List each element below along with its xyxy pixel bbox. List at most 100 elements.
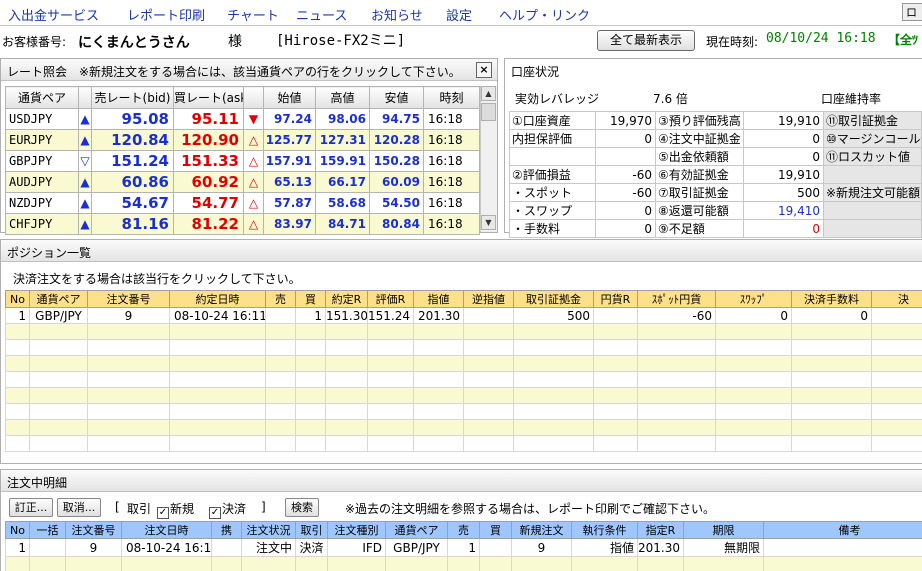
correct-order-button[interactable]: 訂正... <box>9 498 53 517</box>
orders-column-header[interactable]: 注文日時 <box>121 521 212 539</box>
rate-row-audjpy[interactable]: AUDJPY ▲ 60.86 60.92 △ 65.13 66.17 60.09 16:18 <box>5 171 480 193</box>
ask-rate[interactable]: 151.33 <box>173 150 244 172</box>
rate-row-chfjpy[interactable]: CHFJPY ▲ 81.16 81.22 △ 83.97 84.71 80.84 16:18 <box>5 213 480 235</box>
empty-row[interactable] <box>5 355 922 372</box>
orders-column-header[interactable]: 通貨ペア <box>385 521 448 539</box>
currency-pair[interactable]: CHFJPY <box>5 213 79 235</box>
rates-scrollbar[interactable]: ▲ ▼ <box>480 86 497 232</box>
positions-column-header[interactable]: 逆指値 <box>463 290 514 308</box>
empty-row[interactable] <box>5 435 922 452</box>
rates-column-header[interactable]: 安値 <box>369 86 424 109</box>
scroll-up-icon[interactable]: ▲ <box>481 86 496 101</box>
currency-pair[interactable]: AUDJPY <box>5 171 79 193</box>
orders-column-header[interactable]: 売 <box>447 521 480 539</box>
orders-column-header[interactable]: 注文種別 <box>327 521 386 539</box>
filter-settle-checkbox[interactable]: ✓ 決済 <box>209 500 246 519</box>
position-cell <box>169 323 266 340</box>
empty-row[interactable] <box>5 339 922 356</box>
close-icon[interactable]: × <box>476 62 492 78</box>
ask-rate[interactable]: 95.11 <box>173 108 244 130</box>
menu-help-links[interactable]: ヘルプ・リンク <box>499 5 590 24</box>
currency-pair[interactable]: USDJPY <box>5 108 79 130</box>
positions-column-header[interactable]: 約定日時 <box>169 290 266 308</box>
rates-column-header[interactable]: 時刻 <box>423 86 480 109</box>
position-cell <box>715 403 792 420</box>
orders-column-header[interactable]: 指定R <box>637 521 684 539</box>
positions-column-header[interactable]: 決済手数料 <box>791 290 872 308</box>
orders-column-header[interactable]: 買 <box>479 521 512 539</box>
menu-chart[interactable]: チャート <box>227 5 279 24</box>
ask-rate[interactable]: 81.22 <box>173 213 244 235</box>
rate-row-gbpjpy[interactable]: GBPJPY ▽ 151.24 151.33 △ 157.91 159.91 150.28 16… <box>5 150 480 172</box>
rates-column-header[interactable]: 売レート(bid) <box>91 86 174 109</box>
currency-pair[interactable]: NZDJPY <box>5 192 79 214</box>
rates-column-header[interactable]: 買レート(ask) <box>173 86 244 109</box>
positions-column-header[interactable]: 売 <box>265 290 296 308</box>
rates-column-header[interactable]: 始値 <box>263 86 316 109</box>
positions-column-header[interactable]: 円貨R <box>593 290 638 308</box>
currency-pair[interactable]: EURJPY <box>5 129 79 151</box>
ask-rate[interactable]: 54.77 <box>173 192 244 214</box>
cancel-order-button[interactable]: 取消... <box>57 498 101 517</box>
orders-column-header[interactable]: 一括 <box>29 521 66 539</box>
positions-column-header[interactable]: 取引証拠金 <box>513 290 594 308</box>
rate-row-nzdjpy[interactable]: NZDJPY ▲ 54.67 54.77 △ 57.87 58.68 54.50 16:18 <box>5 192 480 214</box>
open-rate: 57.87 <box>263 192 316 214</box>
currency-pair[interactable]: GBPJPY <box>5 150 79 172</box>
bid-rate[interactable]: 151.24 <box>91 150 174 172</box>
scroll-down-icon[interactable]: ▼ <box>481 215 496 230</box>
bid-rate[interactable]: 81.16 <box>91 213 174 235</box>
positions-column-header[interactable]: ｽﾎﾟｯﾄ円貨 <box>637 290 716 308</box>
position-cell <box>637 355 716 372</box>
orders-column-header[interactable]: 期限 <box>683 521 764 539</box>
orders-column-header[interactable]: 注文番号 <box>65 521 122 539</box>
rates-column-header[interactable]: 通貨ペア <box>5 86 79 109</box>
empty-row[interactable] <box>5 403 922 420</box>
filter-new-checkbox[interactable]: ✓ 新規 <box>157 500 194 519</box>
orders-column-header[interactable]: 新規注文 <box>511 521 572 539</box>
rates-column-header[interactable] <box>243 86 264 109</box>
orders-column-header[interactable]: 執行条件 <box>571 521 638 539</box>
rates-column-header[interactable] <box>78 86 92 109</box>
positions-column-header[interactable]: 決 <box>871 290 922 308</box>
orders-column-header[interactable]: 携 <box>211 521 242 539</box>
positions-column-header[interactable]: 買 <box>295 290 326 308</box>
positions-column-header[interactable]: ｽﾜｯﾌﾟ <box>715 290 792 308</box>
menu-settings[interactable]: 設定 <box>446 5 472 24</box>
scroll-thumb[interactable] <box>481 103 496 121</box>
menu-logout-button[interactable]: ロ <box>902 3 922 21</box>
rates-column-header[interactable]: 高値 <box>315 86 370 109</box>
refresh-all-button[interactable]: 全て最新表示 <box>597 30 695 51</box>
positions-column-header[interactable]: 評価R <box>367 290 414 308</box>
empty-row[interactable] <box>5 556 922 571</box>
orders-column-header[interactable]: 備考 <box>763 521 922 539</box>
positions-column-header[interactable]: 指値 <box>413 290 464 308</box>
position-row[interactable]: 1 GBP/JPY 9 08-10-24 16:11 1 151.30 151.24 201.… <box>5 307 922 324</box>
orders-column-header[interactable]: 注文状況 <box>241 521 296 539</box>
menu-news[interactable]: ニュース <box>296 5 347 24</box>
orders-column-header[interactable]: 取引 <box>295 521 328 539</box>
empty-row[interactable] <box>5 387 922 404</box>
bid-rate[interactable]: 120.84 <box>91 129 174 151</box>
positions-column-header[interactable]: 注文番号 <box>87 290 170 308</box>
empty-row[interactable] <box>5 371 922 388</box>
orders-column-header[interactable]: No <box>5 521 30 539</box>
current-time-value: 08/10/24 16:18 <box>766 31 876 46</box>
rate-row-usdjpy[interactable]: USDJPY ▲ 95.08 95.11 ▼ 97.24 98.06 94.75 16:18 <box>5 108 480 130</box>
empty-row[interactable] <box>5 419 922 436</box>
positions-column-header[interactable]: 約定R <box>325 290 368 308</box>
menu-deposit-withdrawal[interactable]: 入出金サービス <box>8 5 99 24</box>
menu-notices[interactable]: お知らせ <box>371 5 423 24</box>
ask-rate[interactable]: 120.90 <box>173 129 244 151</box>
search-button[interactable]: 検索 <box>285 498 319 517</box>
order-row[interactable]: 1 9 08-10-24 16:11 注文中 決済 IFD GBP/JPY 1 9 指値 201.3… <box>5 538 922 557</box>
rate-row-eurjpy[interactable]: EURJPY ▲ 120.84 120.90 △ 125.77 127.31 120.28 16… <box>5 129 480 151</box>
positions-column-header[interactable]: 通貨ペア <box>29 290 88 308</box>
menu-report-print[interactable]: レポート印刷 <box>127 5 205 24</box>
ask-rate[interactable]: 60.92 <box>173 171 244 193</box>
bid-rate[interactable]: 54.67 <box>91 192 174 214</box>
bid-rate[interactable]: 95.08 <box>91 108 174 130</box>
positions-column-header[interactable]: No <box>5 290 30 308</box>
empty-row[interactable] <box>5 323 922 340</box>
bid-rate[interactable]: 60.86 <box>91 171 174 193</box>
